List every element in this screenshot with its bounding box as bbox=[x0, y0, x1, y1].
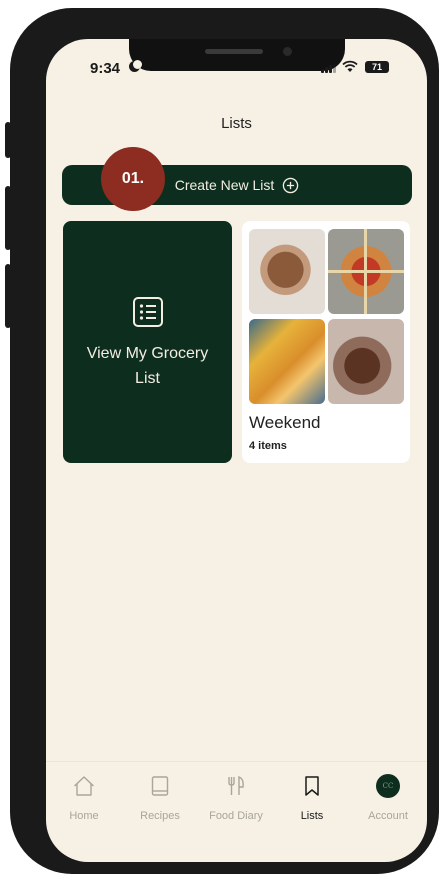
app-screen: 9:34 71 Lists Create New List 01. View M… bbox=[46, 39, 427, 862]
tab-label: Account bbox=[368, 810, 408, 822]
battery-icon: 71 bbox=[365, 61, 389, 73]
home-icon bbox=[74, 776, 94, 796]
tab-label: Recipes bbox=[140, 810, 180, 822]
page-title: Lists bbox=[221, 115, 252, 132]
grocery-list-card[interactable]: View My Grocery List bbox=[63, 221, 232, 463]
avatar: CC bbox=[376, 774, 400, 798]
step-badge: 01. bbox=[101, 147, 165, 211]
plus-circle-icon bbox=[283, 177, 299, 193]
moon-icon bbox=[129, 60, 142, 72]
signal-icon bbox=[321, 63, 336, 73]
tab-label: Home bbox=[69, 810, 99, 822]
recipe-thumbnail-dessert bbox=[328, 319, 404, 404]
tab-bar: Home Recipes Food Diary Lists CC Account bbox=[46, 761, 427, 861]
recipe-thumbnail-mushrooms bbox=[249, 229, 325, 314]
tab-account[interactable]: CC Account bbox=[350, 774, 426, 822]
tab-label: Food Diary bbox=[209, 810, 263, 822]
tab-home[interactable]: Home bbox=[46, 774, 122, 822]
camera bbox=[283, 47, 292, 56]
book-icon bbox=[151, 776, 169, 796]
tab-lists[interactable]: Lists bbox=[274, 774, 350, 822]
create-new-list-label: Create New List bbox=[174, 177, 275, 193]
tab-recipes[interactable]: Recipes bbox=[122, 774, 198, 822]
speaker bbox=[205, 49, 263, 54]
list-icon bbox=[133, 297, 163, 327]
list-card-weekend[interactable]: Weekend 4 items bbox=[242, 221, 410, 463]
status-time: 9:34 bbox=[90, 60, 121, 77]
grocery-list-label: View My Grocery List bbox=[86, 345, 209, 387]
fork-knife-icon bbox=[228, 775, 244, 795]
bookmark-icon bbox=[305, 776, 319, 796]
notch bbox=[129, 39, 345, 71]
wifi-icon bbox=[342, 60, 358, 72]
recipe-thumbnail-bake bbox=[249, 319, 325, 404]
list-item-count: 4 items bbox=[249, 440, 287, 452]
recipe-thumbnail-pizza bbox=[328, 229, 404, 314]
tab-label: Lists bbox=[300, 810, 324, 822]
list-name: Weekend bbox=[249, 413, 321, 432]
phone-frame: 9:34 71 Lists Create New List 01. View M… bbox=[10, 8, 439, 874]
tab-food-diary[interactable]: Food Diary bbox=[198, 774, 274, 822]
